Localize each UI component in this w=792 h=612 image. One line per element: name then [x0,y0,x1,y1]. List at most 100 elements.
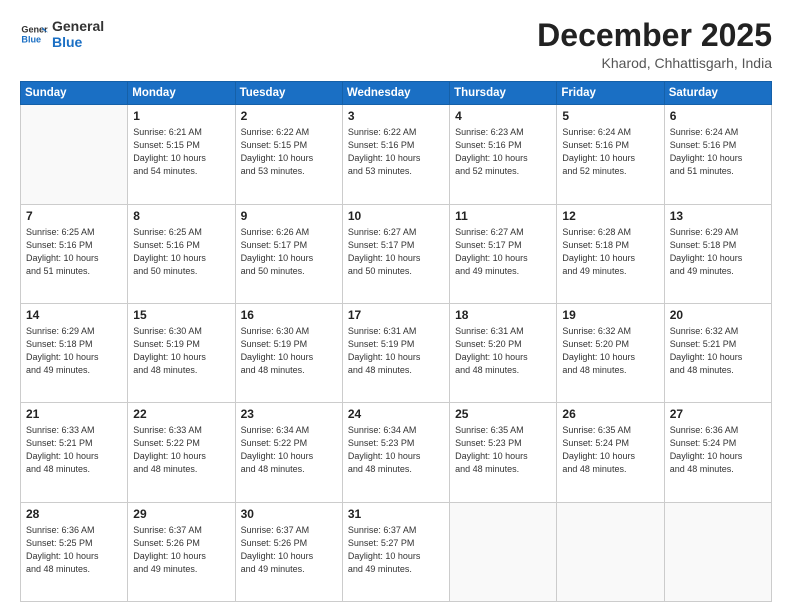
calendar-table: Sunday Monday Tuesday Wednesday Thursday… [20,81,772,602]
table-row: 20 Sunrise: 6:32 AM Sunset: 5:21 PM Dayli… [664,303,771,402]
day-number: 14 [26,308,122,322]
day-number: 1 [133,109,229,123]
table-row [664,502,771,601]
col-friday: Friday [557,82,664,105]
cell-info: Sunrise: 6:35 AM Sunset: 5:23 PM Dayligh… [455,424,551,476]
day-number: 3 [348,109,444,123]
logo: General Blue General Blue [20,18,104,50]
col-monday: Monday [128,82,235,105]
day-number: 20 [670,308,766,322]
cell-info: Sunrise: 6:35 AM Sunset: 5:24 PM Dayligh… [562,424,658,476]
cell-info: Sunrise: 6:37 AM Sunset: 5:27 PM Dayligh… [348,524,444,576]
title-area: December 2025 Kharod, Chhattisgarh, Indi… [537,18,772,71]
table-row [450,502,557,601]
calendar-week-row: 14 Sunrise: 6:29 AM Sunset: 5:18 PM Dayli… [21,303,772,402]
table-row: 28 Sunrise: 6:36 AM Sunset: 5:25 PM Dayli… [21,502,128,601]
table-row: 9Sunrise: 6:26 AM Sunset: 5:17 PM Daylig… [235,204,342,303]
day-number: 4 [455,109,551,123]
cell-info: Sunrise: 6:22 AM Sunset: 5:15 PM Dayligh… [241,126,337,178]
cell-info: Sunrise: 6:22 AM Sunset: 5:16 PM Dayligh… [348,126,444,178]
table-row: 19 Sunrise: 6:32 AM Sunset: 5:20 PM Dayli… [557,303,664,402]
day-number: 17 [348,308,444,322]
day-number: 5 [562,109,658,123]
col-saturday: Saturday [664,82,771,105]
calendar-week-row: 7 Sunrise: 6:25 AM Sunset: 5:16 PM Daylig… [21,204,772,303]
col-wednesday: Wednesday [342,82,449,105]
day-number: 25 [455,407,551,421]
table-row: 8 Sunrise: 6:25 AM Sunset: 5:16 PM Daylig… [128,204,235,303]
day-number: 29 [133,507,229,521]
table-row: 29 Sunrise: 6:37 AM Sunset: 5:26 PM Dayli… [128,502,235,601]
day-number: 24 [348,407,444,421]
table-row: 21 Sunrise: 6:33 AM Sunset: 5:21 PM Dayli… [21,403,128,502]
day-number: 21 [26,407,122,421]
table-row: 27Sunrise: 6:36 AM Sunset: 5:24 PM Dayli… [664,403,771,502]
table-row: 4Sunrise: 6:23 AM Sunset: 5:16 PM Daylig… [450,105,557,204]
header: General Blue General Blue December 2025 … [20,18,772,71]
day-number: 26 [562,407,658,421]
table-row: 1 Sunrise: 6:21 AM Sunset: 5:15 PM Daylig… [128,105,235,204]
day-number: 7 [26,209,122,223]
cell-info: Sunrise: 6:29 AM Sunset: 5:18 PM Dayligh… [26,325,122,377]
day-number: 22 [133,407,229,421]
logo-text-blue: Blue [52,34,104,50]
table-row: 2 Sunrise: 6:22 AM Sunset: 5:15 PM Daylig… [235,105,342,204]
table-row: 30 Sunrise: 6:37 AM Sunset: 5:26 PM Dayli… [235,502,342,601]
calendar-week-row: 1 Sunrise: 6:21 AM Sunset: 5:15 PM Daylig… [21,105,772,204]
table-row [557,502,664,601]
location: Kharod, Chhattisgarh, India [537,55,772,71]
day-number: 28 [26,507,122,521]
table-row: 15 Sunrise: 6:30 AM Sunset: 5:19 PM Dayli… [128,303,235,402]
cell-info: Sunrise: 6:33 AM Sunset: 5:22 PM Dayligh… [133,424,229,476]
col-thursday: Thursday [450,82,557,105]
cell-info: Sunrise: 6:24 AM Sunset: 5:16 PM Dayligh… [670,126,766,178]
table-row: 10Sunrise: 6:27 AM Sunset: 5:17 PM Dayli… [342,204,449,303]
table-row: 3 Sunrise: 6:22 AM Sunset: 5:16 PM Daylig… [342,105,449,204]
day-number: 8 [133,209,229,223]
cell-info: Sunrise: 6:36 AM Sunset: 5:25 PM Dayligh… [26,524,122,576]
logo-text-general: General [52,18,104,34]
cell-info: Sunrise: 6:34 AM Sunset: 5:22 PM Dayligh… [241,424,337,476]
table-row: 22 Sunrise: 6:33 AM Sunset: 5:22 PM Dayli… [128,403,235,502]
day-number: 2 [241,109,337,123]
cell-info: Sunrise: 6:27 AM Sunset: 5:17 PM Dayligh… [455,226,551,278]
cell-info: Sunrise: 6:25 AM Sunset: 5:16 PM Dayligh… [26,226,122,278]
table-row: 18Sunrise: 6:31 AM Sunset: 5:20 PM Dayli… [450,303,557,402]
day-number: 11 [455,209,551,223]
cell-info: Sunrise: 6:33 AM Sunset: 5:21 PM Dayligh… [26,424,122,476]
day-number: 12 [562,209,658,223]
calendar-header-row: Sunday Monday Tuesday Wednesday Thursday… [21,82,772,105]
cell-info: Sunrise: 6:37 AM Sunset: 5:26 PM Dayligh… [133,524,229,576]
logo-icon: General Blue [20,20,48,48]
cell-info: Sunrise: 6:28 AM Sunset: 5:18 PM Dayligh… [562,226,658,278]
cell-info: Sunrise: 6:21 AM Sunset: 5:15 PM Dayligh… [133,126,229,178]
table-row: 6 Sunrise: 6:24 AM Sunset: 5:16 PM Daylig… [664,105,771,204]
table-row: 24 Sunrise: 6:34 AM Sunset: 5:23 PM Dayli… [342,403,449,502]
day-number: 19 [562,308,658,322]
table-row: 11 Sunrise: 6:27 AM Sunset: 5:17 PM Dayli… [450,204,557,303]
table-row: 31Sunrise: 6:37 AM Sunset: 5:27 PM Dayli… [342,502,449,601]
calendar-week-row: 28 Sunrise: 6:36 AM Sunset: 5:25 PM Dayli… [21,502,772,601]
day-number: 30 [241,507,337,521]
cell-info: Sunrise: 6:36 AM Sunset: 5:24 PM Dayligh… [670,424,766,476]
day-number: 15 [133,308,229,322]
cell-info: Sunrise: 6:32 AM Sunset: 5:20 PM Dayligh… [562,325,658,377]
cell-info: Sunrise: 6:37 AM Sunset: 5:26 PM Dayligh… [241,524,337,576]
cell-info: Sunrise: 6:26 AM Sunset: 5:17 PM Dayligh… [241,226,337,278]
table-row: 13Sunrise: 6:29 AM Sunset: 5:18 PM Dayli… [664,204,771,303]
table-row [21,105,128,204]
table-row: 26 Sunrise: 6:35 AM Sunset: 5:24 PM Dayli… [557,403,664,502]
svg-text:Blue: Blue [21,34,41,44]
cell-info: Sunrise: 6:34 AM Sunset: 5:23 PM Dayligh… [348,424,444,476]
cell-info: Sunrise: 6:31 AM Sunset: 5:20 PM Dayligh… [455,325,551,377]
table-row: 14 Sunrise: 6:29 AM Sunset: 5:18 PM Dayli… [21,303,128,402]
cell-info: Sunrise: 6:32 AM Sunset: 5:21 PM Dayligh… [670,325,766,377]
col-tuesday: Tuesday [235,82,342,105]
cell-info: Sunrise: 6:25 AM Sunset: 5:16 PM Dayligh… [133,226,229,278]
table-row: 12 Sunrise: 6:28 AM Sunset: 5:18 PM Dayli… [557,204,664,303]
day-number: 16 [241,308,337,322]
day-number: 6 [670,109,766,123]
day-number: 10 [348,209,444,223]
cell-info: Sunrise: 6:30 AM Sunset: 5:19 PM Dayligh… [133,325,229,377]
day-number: 23 [241,407,337,421]
